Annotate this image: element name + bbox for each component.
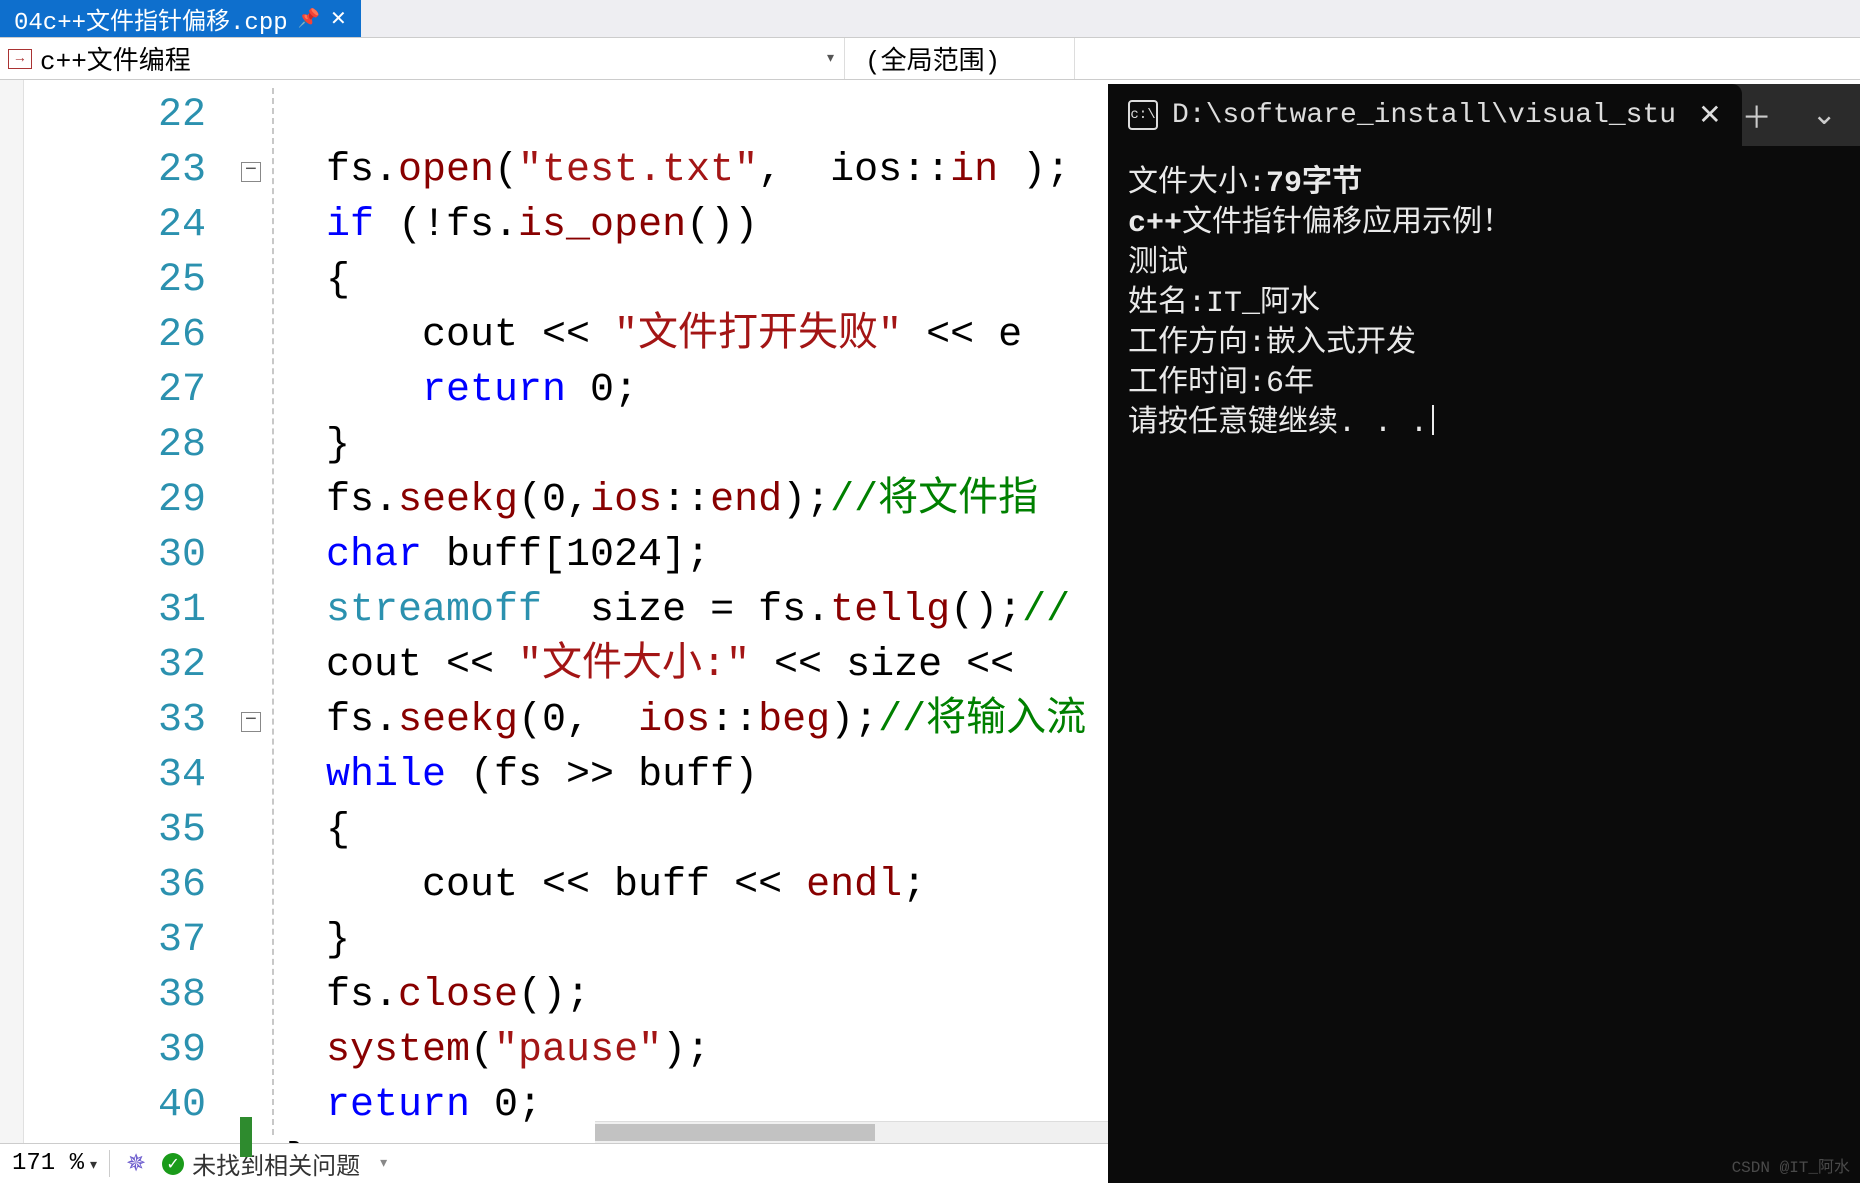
close-icon[interactable]: ✕ [1698,98,1721,133]
nav-icon: → [8,49,32,69]
change-marker [240,1117,252,1157]
fold-toggle[interactable]: − [241,162,261,182]
console-line: 文件大小: [1128,167,1266,201]
scope-label: c++文件编程 [40,40,191,77]
pin-icon[interactable]: 📌 [298,8,320,30]
tab-title: 04c++文件指针偏移.cpp [14,1,288,37]
console-line: 工作方向:嵌入式开发 [1128,324,1840,364]
console-titlebar[interactable]: c:\ D:\software_install\visual_stu ✕ ＋ ⌄ [1108,84,1860,146]
line-number-gutter: 22232425262728293031323334353637383940 [24,80,236,1143]
chevron-down-icon: ▾ [827,50,834,67]
issues-text[interactable]: 未找到相关问题 [192,1146,360,1182]
scope-label-right: (全局范围) [865,40,1000,77]
console-window[interactable]: c:\ D:\software_install\visual_stu ✕ ＋ ⌄… [1108,84,1860,1183]
chevron-down-icon[interactable]: ▾ [380,1155,387,1172]
terminal-icon: c:\ [1128,100,1158,130]
editor-margin [0,80,24,1143]
fold-toggle[interactable]: − [241,712,261,732]
new-tab-button[interactable]: ＋ [1742,93,1772,138]
console-tab[interactable]: c:\ D:\software_install\visual_stu ✕ [1108,84,1742,146]
feedback-icon[interactable]: ✵ [126,1149,146,1179]
tab-bar: 04c++文件指针偏移.cpp 📌 ✕ [0,0,1860,38]
close-icon[interactable]: ✕ [330,6,347,32]
zoom-level[interactable]: 171 % ▾ [0,1150,110,1177]
scrollbar-thumb[interactable] [595,1124,875,1141]
fold-column[interactable]: − − [236,80,266,1143]
console-actions: ＋ ⌄ [1742,93,1860,138]
scope-dropdown-right[interactable]: (全局范围) [845,38,1075,79]
console-output: 文件大小:79字节 c++文件指针偏移应用示例！ 测试 姓名:IT_阿水 工作方… [1108,146,1860,462]
watermark: CSDN @IT_阿水 [1732,1153,1850,1177]
console-title: D:\software_install\visual_stu [1172,100,1676,131]
file-tab[interactable]: 04c++文件指针偏移.cpp 📌 ✕ [0,0,361,37]
caret [1432,405,1434,435]
scope-dropdown-left[interactable]: → c++文件编程 ▾ [0,38,845,79]
chevron-down-icon: ▾ [90,1158,97,1174]
console-line: 姓名:IT_阿水 [1128,284,1840,324]
check-icon: ✓ [162,1153,184,1175]
context-bar: → c++文件编程 ▾ (全局范围) [0,38,1860,80]
console-line: 文件指针偏移应用示例！ [1182,207,1512,241]
console-line: 工作时间:6年 [1128,364,1840,404]
console-line: 测试 [1128,244,1840,284]
console-line: 请按任意键继续. . . [1128,407,1428,441]
chevron-down-icon[interactable]: ⌄ [1812,97,1837,134]
zoom-value: 171 % [12,1150,84,1177]
indent-guide [266,80,286,1143]
